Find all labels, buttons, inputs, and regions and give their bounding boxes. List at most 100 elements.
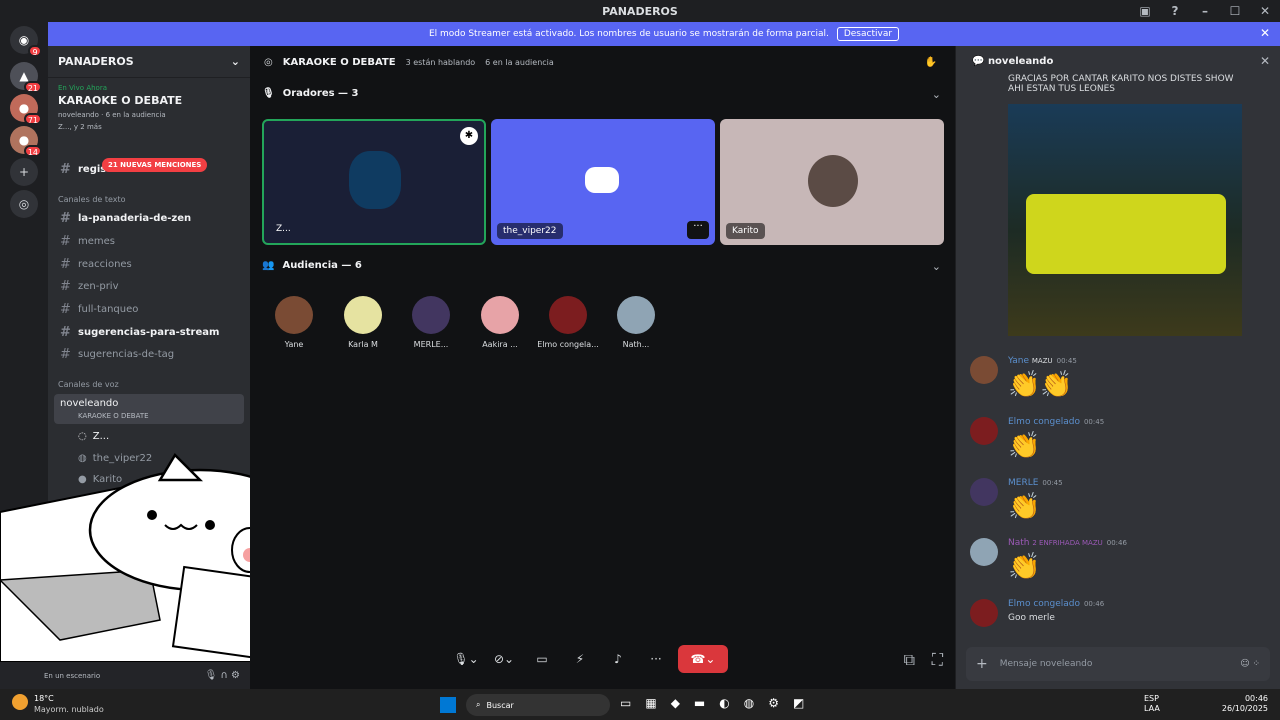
audience-count: 6 en la audiencia: [485, 57, 554, 67]
camera-off-icon[interactable]: ⊘⌄: [488, 645, 520, 673]
avatar[interactable]: [970, 538, 998, 566]
audience-member[interactable]: Nath...: [601, 296, 671, 349]
add-server-icon[interactable]: +: [10, 158, 38, 186]
screen-share-icon[interactable]: ▭: [526, 645, 558, 673]
message-input[interactable]: + Mensaje noveleando ☺ ⁘: [966, 647, 1270, 681]
weather-desc: Mayorm. nublado: [34, 705, 104, 714]
avatar[interactable]: [970, 478, 998, 506]
moderator-icon: ✱: [460, 127, 478, 145]
audience-member[interactable]: Elmo congela...: [533, 296, 603, 349]
user-tag: 2 ENFRIHADA MAZU: [1032, 539, 1103, 547]
popout-icon[interactable]: ⧉: [904, 650, 915, 670]
chevron-down-icon[interactable]: ⌄: [932, 260, 941, 273]
text-category[interactable]: Canales de texto: [58, 195, 126, 204]
stage-controls: 🎙⌄ ⊘⌄ ▭ ⚡ ♪ ··· ☎⌄: [450, 642, 750, 676]
edge-icon[interactable]: ◐: [719, 696, 729, 710]
channel-label: reacciones: [78, 258, 132, 270]
clock[interactable]: 00:46 26/10/2025: [1222, 694, 1268, 714]
badge: 9: [28, 45, 42, 57]
discord-icon[interactable]: ◍: [744, 696, 754, 710]
maximize-button[interactable]: ☐: [1220, 4, 1250, 18]
chevron-down-icon[interactable]: ⌄: [231, 55, 240, 68]
hash-icon: #: [60, 278, 71, 294]
close-icon[interactable]: ✕: [1260, 54, 1270, 68]
copilot-icon[interactable]: ◆: [671, 696, 680, 710]
channel-item[interactable]: # full-tanqueo: [48, 298, 250, 320]
app-icon[interactable]: ◩: [793, 696, 804, 710]
language-indicator[interactable]: ESP LAA: [1144, 694, 1160, 714]
channel-item[interactable]: # sugerencias-para-stream: [48, 321, 250, 343]
voice-channel-active[interactable]: noveleando KARAOKE O DEBATE: [54, 394, 244, 424]
mic-icon[interactable]: 🎙 ∩ ⚙: [205, 670, 240, 681]
mention-badge[interactable]: 21 NUEVAS MENCIONES: [102, 158, 208, 172]
more-options-icon[interactable]: ···: [687, 221, 709, 239]
audience-member[interactable]: Yane: [259, 296, 329, 349]
inbox-icon[interactable]: ▣: [1130, 4, 1160, 18]
soundboard-icon[interactable]: ♪: [602, 645, 634, 673]
home-button[interactable]: ◉ 9: [10, 26, 42, 57]
store-icon[interactable]: ▦: [645, 696, 656, 710]
server-icon[interactable]: ▲ 21: [10, 62, 42, 93]
emoji-icon[interactable]: ☺ ⁘: [1240, 659, 1260, 669]
member-label: Karla M: [348, 340, 378, 349]
audience-member[interactable]: Aakira ...: [465, 296, 535, 349]
voice-category[interactable]: Canales de voz: [58, 380, 119, 389]
weather-temp[interactable]: 18°C: [34, 694, 54, 703]
fullscreen-icon[interactable]: ⛶: [932, 650, 943, 670]
username[interactable]: Yane: [1008, 356, 1029, 366]
folder-icon[interactable]: ▬: [694, 696, 705, 710]
server-icon[interactable]: ● 14: [10, 126, 42, 157]
close-button[interactable]: ✕: [1250, 4, 1280, 18]
deactivate-button[interactable]: Desactivar: [836, 27, 900, 41]
streamer-message: El modo Streamer está activado. Los nomb…: [428, 29, 829, 39]
event-host: noveleando: [58, 111, 99, 119]
add-attachment-icon[interactable]: +: [976, 656, 988, 672]
clock-time: 00:46: [1244, 694, 1268, 703]
server-icon[interactable]: ● 71: [10, 94, 42, 125]
minimize-button[interactable]: –: [1190, 4, 1220, 18]
avatar[interactable]: [970, 417, 998, 445]
avatar: [349, 151, 401, 209]
username[interactable]: Elmo congelado: [1008, 599, 1080, 609]
audience-member[interactable]: MERLE...: [396, 296, 466, 349]
channel-item[interactable]: # zen-priv: [48, 275, 250, 297]
start-icon[interactable]: [440, 697, 456, 713]
task-view-icon[interactable]: ▭: [620, 696, 631, 710]
message-image[interactable]: [1008, 104, 1242, 336]
mic-icon[interactable]: 🎙⌄: [450, 645, 482, 673]
avatar: [481, 296, 519, 334]
speaker-tile[interactable]: Karito: [720, 119, 944, 245]
server-header[interactable]: PANADEROS ⌄: [48, 46, 250, 78]
voice-member[interactable]: ◌ Z...: [48, 425, 250, 447]
avatar[interactable]: [970, 599, 998, 627]
channel-item[interactable]: # reacciones: [48, 253, 250, 275]
speakers-header[interactable]: 🎙 Oradores — 3: [262, 88, 359, 99]
channel-label: memes: [78, 235, 115, 247]
clap-emoji: 👏: [1008, 431, 1041, 461]
raise-hand-icon[interactable]: ✋: [925, 57, 937, 68]
event-title[interactable]: KARAOKE O DEBATE: [48, 92, 250, 109]
timestamp: 00:45: [1056, 357, 1077, 365]
channel-item[interactable]: # la-panaderia-de-zen: [48, 207, 250, 229]
chevron-down-icon[interactable]: ⌄: [932, 88, 941, 101]
username[interactable]: MERLE: [1008, 478, 1038, 488]
help-icon[interactable]: ?: [1160, 4, 1190, 18]
speaker-tile[interactable]: ✱ Z...: [262, 119, 486, 245]
channel-item[interactable]: # memes: [48, 230, 250, 252]
channel-item[interactable]: # sugerencias-de-tag: [48, 343, 250, 365]
more-options-icon[interactable]: ···: [640, 645, 672, 673]
activity-icon[interactable]: ⚡: [564, 645, 596, 673]
username[interactable]: Elmo congelado: [1008, 417, 1080, 427]
avatar[interactable]: [970, 356, 998, 384]
audience-header[interactable]: 👥 Audiencia — 6: [262, 260, 362, 271]
voice-channel-name: noveleando: [60, 398, 119, 409]
user-status: En un escenario: [44, 671, 101, 680]
audience-member[interactable]: Karla M: [328, 296, 398, 349]
taskbar-search[interactable]: ⌕ Buscar: [466, 694, 610, 716]
speaker-tile[interactable]: the_viper22 ···: [491, 119, 715, 245]
disconnect-button[interactable]: ☎⌄: [678, 645, 728, 673]
discover-icon[interactable]: ◎: [10, 190, 38, 218]
username[interactable]: Nath: [1008, 538, 1029, 548]
close-banner-icon[interactable]: ✕: [1260, 26, 1270, 40]
settings-icon[interactable]: ⚙: [768, 696, 779, 710]
